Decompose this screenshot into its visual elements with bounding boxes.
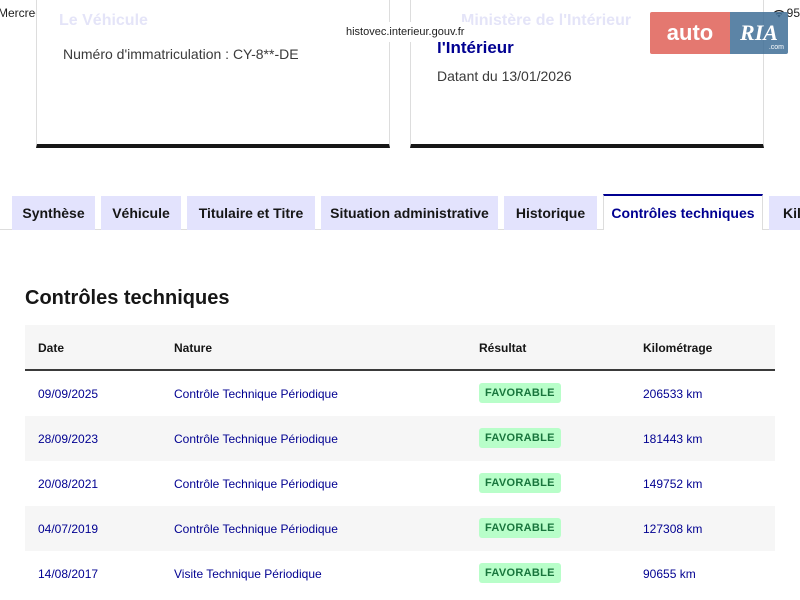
tab-kilometrage[interactable]: Kilo [769, 196, 800, 230]
result-badge: FAVORABLE [479, 563, 561, 583]
result-badge: FAVORABLE [479, 428, 561, 448]
result-badge: FAVORABLE [479, 518, 561, 538]
table-header: Date Nature Résultat Kilométrage [25, 325, 775, 371]
tab-bar: Synthèse Véhicule Titulaire et Titre Sit… [0, 194, 800, 230]
tab-situation-administrative[interactable]: Situation administrative [321, 196, 498, 230]
watermark-suffix: .com [768, 44, 784, 51]
result-badge: FAVORABLE [479, 473, 561, 493]
tab-historique[interactable]: Historique [504, 196, 597, 230]
tab-titulaire[interactable]: Titulaire et Titre [187, 196, 315, 230]
section-title: Contrôles techniques [25, 287, 230, 309]
row-km: 127308 km [643, 522, 703, 536]
table-row: 14/08/2017 Visite Technique Périodique F… [25, 551, 775, 596]
row-km: 206533 km [643, 387, 703, 401]
header-nature: Nature [174, 341, 213, 355]
browser-url[interactable]: histovec.interieur.gouv.fr [338, 22, 473, 42]
row-date: 04/07/2019 [38, 522, 99, 536]
vehicle-card: Le Véhicule Numéro d'immatriculation : C… [36, 0, 390, 148]
row-km: 149752 km [643, 477, 703, 491]
table-row: 20/08/2021 Contrôle Technique Périodique… [25, 461, 775, 506]
row-km: 181443 km [643, 432, 703, 446]
tab-synthese[interactable]: Synthèse [12, 196, 95, 230]
watermark-ria-text: RIA [740, 20, 778, 45]
header-result: Résultat [479, 341, 527, 355]
watermark-ria: RIA .com [730, 12, 788, 54]
row-nature: Contrôle Technique Périodique [174, 522, 338, 536]
row-date: 14/08/2017 [38, 567, 99, 581]
row-nature: Contrôle Technique Périodique [174, 432, 338, 446]
table-row: 04/07/2019 Contrôle Technique Périodique… [25, 506, 775, 551]
row-nature: Visite Technique Périodique [174, 567, 322, 581]
row-nature: Contrôle Technique Périodique [174, 387, 338, 401]
report-date: Datant du 13/01/2026 [437, 68, 572, 84]
registration-number: Numéro d'immatriculation : CY-8**-DE [63, 46, 299, 62]
table-row: 09/09/2025 Contrôle Technique Périodique… [25, 371, 775, 416]
vehicle-card-title: Le Véhicule [59, 12, 148, 29]
tab-vehicule[interactable]: Véhicule [101, 196, 181, 230]
autoria-watermark: auto RIA .com [650, 12, 790, 54]
watermark-auto: auto [650, 12, 730, 54]
tab-controles-techniques[interactable]: Contrôles techniques [603, 194, 763, 230]
row-km: 90655 km [643, 567, 696, 581]
report-card-faded-title: Ministère de l'Intérieur [461, 12, 632, 29]
row-date: 20/08/2021 [38, 477, 99, 491]
table-row: 28/09/2023 Contrôle Technique Périodique… [25, 416, 775, 461]
header-km: Kilométrage [643, 341, 713, 355]
header-date: Date [38, 341, 65, 355]
result-badge: FAVORABLE [479, 383, 561, 403]
row-date: 09/09/2025 [38, 387, 99, 401]
row-nature: Contrôle Technique Périodique [174, 477, 338, 491]
inspections-table: Date Nature Résultat Kilométrage 09/09/2… [25, 325, 775, 596]
row-date: 28/09/2023 [38, 432, 99, 446]
